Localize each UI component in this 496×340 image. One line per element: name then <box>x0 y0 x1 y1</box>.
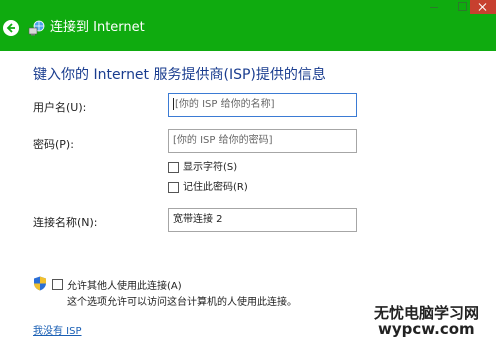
connection-name-value: 宽带连接 2 <box>173 214 223 225</box>
text-caret <box>173 98 174 110</box>
watermark-url: wypcw.com <box>378 320 475 338</box>
allow-others-description: 这个选项允许可以访问这台计算机的人使用此连接。 <box>67 297 297 308</box>
page-heading: 键入你的 Internet 服务提供商(ISP)提供的信息 <box>33 67 326 83</box>
remember-password-label: 记住此密码(R) <box>183 182 248 193</box>
back-button[interactable] <box>3 20 19 36</box>
shield-icon <box>34 276 46 291</box>
network-icon <box>28 20 45 36</box>
maximize-button[interactable] <box>458 0 468 14</box>
connection-name-field[interactable]: 宽带连接 2 <box>168 208 357 232</box>
password-field[interactable]: [你的 ISP 给你的密码] <box>168 129 357 153</box>
show-chars-label: 显示字符(S) <box>183 162 238 173</box>
back-arrow-icon <box>6 23 15 33</box>
close-button[interactable] <box>470 0 496 14</box>
connection-name-label: 连接名称(N): <box>33 216 98 229</box>
allow-others-checkbox[interactable] <box>52 279 63 290</box>
title-bar: 连接到 Internet <box>0 0 496 51</box>
remember-password-checkbox[interactable] <box>168 182 179 193</box>
site-watermark: 无忧电脑学习网 wypcw.com <box>368 300 496 340</box>
password-placeholder: [你的 ISP 给你的密码] <box>173 135 273 146</box>
no-isp-link[interactable]: 我没有 ISP <box>33 322 82 337</box>
window-title: 连接到 Internet <box>50 20 145 35</box>
username-label: 用户名(U): <box>33 101 87 114</box>
password-label: 密码(P): <box>33 138 74 151</box>
show-chars-checkbox[interactable] <box>168 162 179 173</box>
username-placeholder: [你的 ISP 给你的名称] <box>175 99 275 110</box>
allow-others-label: 允许其他人使用此连接(A) <box>67 281 182 292</box>
minimize-button[interactable] <box>430 0 440 14</box>
username-field[interactable]: [你的 ISP 给你的名称] <box>168 93 357 117</box>
